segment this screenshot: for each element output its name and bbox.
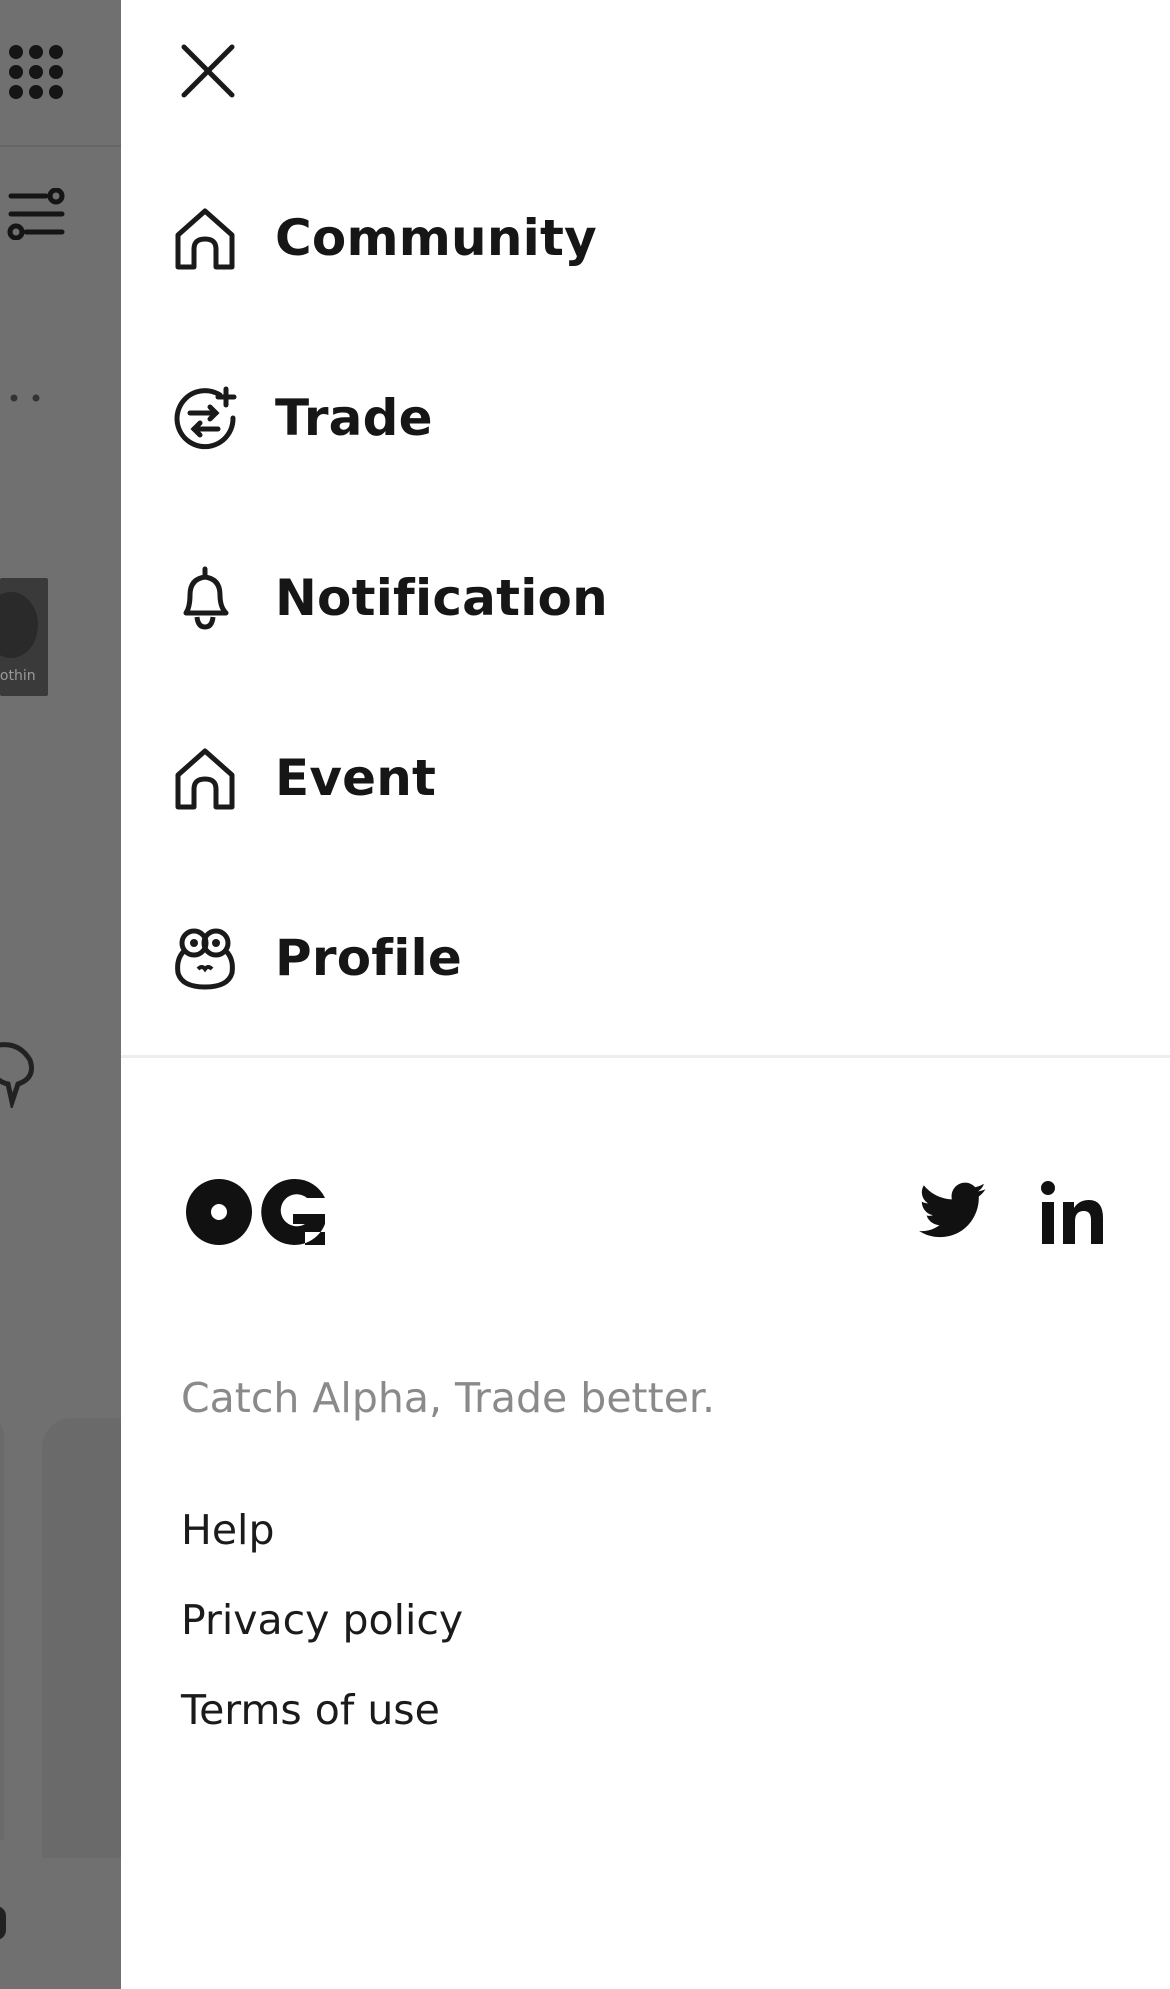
nav-item-profile[interactable]: Profile (171, 913, 462, 1003)
nav-item-trade[interactable]: Trade (171, 373, 433, 463)
nav-item-notification[interactable]: Notification (171, 553, 608, 643)
thumbnail-face (0, 592, 38, 658)
close-icon[interactable] (179, 42, 237, 100)
linkedin-icon[interactable] (1039, 1180, 1105, 1246)
background-card (42, 1418, 121, 1858)
twitter-icon[interactable] (919, 1182, 987, 1240)
nav-label-profile: Profile (275, 929, 462, 987)
trade-exchange-icon (171, 384, 239, 452)
apps-grid-icon (9, 45, 63, 99)
thumbnail-caption: lothin (0, 668, 36, 684)
home-icon (171, 204, 239, 272)
background-thumbnail: lothin (0, 578, 48, 696)
more-dots-icon (10, 394, 40, 402)
nav-label-event: Event (275, 749, 437, 807)
og-logo (186, 1178, 325, 1245)
tagline: Catch Alpha, Trade better. (181, 1374, 716, 1422)
nav-item-event[interactable]: Event (171, 733, 436, 823)
home-icon (171, 744, 239, 812)
filter-sliders-icon (7, 188, 65, 240)
nav-label-notification: Notification (275, 569, 608, 627)
bell-icon (171, 564, 239, 632)
dimmed-background-overlay[interactable]: lothin (0, 0, 121, 1989)
frog-avatar-icon (171, 924, 239, 992)
nav-label-community: Community (275, 209, 597, 267)
nav-item-community[interactable]: Community (171, 193, 597, 283)
background-divider (0, 145, 121, 147)
background-edge-icon (0, 1906, 6, 1940)
navigation-drawer: Community Trade Notification Event Profi… (121, 0, 1170, 1989)
comment-bubble-icon (0, 1042, 34, 1108)
nav-label-trade: Trade (275, 389, 433, 447)
help-link[interactable]: Help (181, 1506, 274, 1554)
drawer-divider (121, 1055, 1170, 1058)
terms-of-use-link[interactable]: Terms of use (181, 1686, 440, 1734)
background-card (0, 1420, 4, 1840)
privacy-policy-link[interactable]: Privacy policy (181, 1596, 463, 1644)
